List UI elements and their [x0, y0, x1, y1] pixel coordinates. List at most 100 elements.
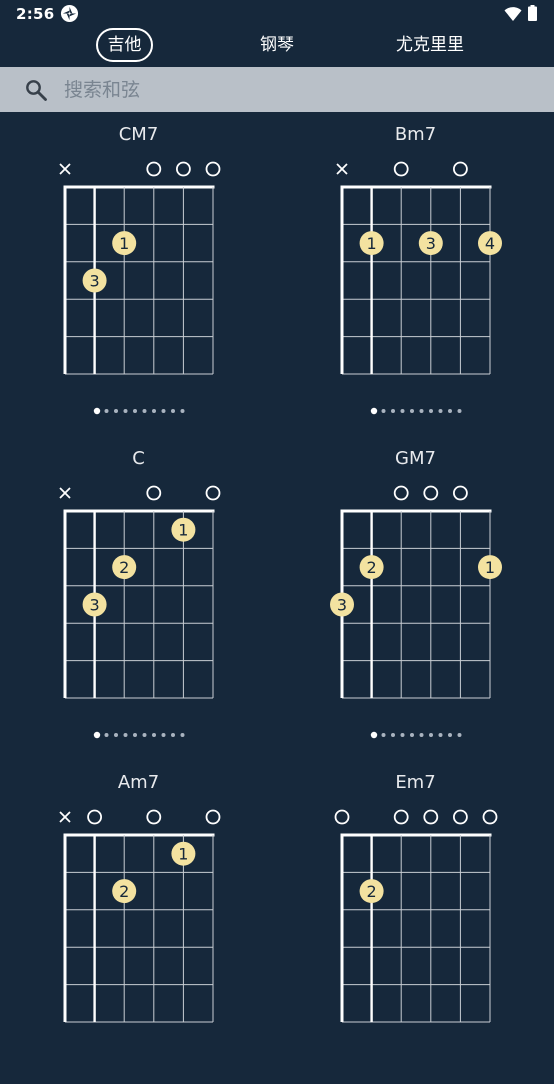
pager-dot — [161, 733, 166, 737]
pager-dot — [381, 409, 386, 413]
wifi-icon — [504, 7, 522, 21]
pager-dot — [142, 733, 147, 737]
pager-dot — [419, 409, 424, 413]
finger-number: 2 — [367, 558, 377, 577]
muted-string-marker — [59, 163, 71, 175]
finger-dot: 2 — [112, 555, 137, 580]
finger-dot: 3 — [82, 592, 107, 617]
variation-pager-dots[interactable] — [277, 730, 554, 740]
finger-number: 3 — [337, 596, 347, 615]
chord-diagram: 2 1 3 — [330, 485, 502, 699]
pager-dot — [391, 409, 395, 413]
pager-dot — [429, 733, 433, 737]
open-string-marker — [423, 485, 439, 501]
pager-dot — [104, 733, 109, 737]
variation-pager-dots[interactable] — [0, 406, 277, 416]
pager-dot — [419, 733, 424, 737]
pager-dot — [457, 733, 462, 737]
finger-number: 1 — [119, 234, 129, 253]
pager-dot — [180, 733, 185, 737]
open-string-marker — [175, 161, 191, 177]
finger-dot: 3 — [330, 592, 354, 617]
chord-card-bm7[interactable]: Bm7 134 — [277, 112, 554, 436]
pager-dot — [438, 733, 443, 737]
open-string-marker — [146, 485, 162, 501]
pager-dot — [400, 733, 405, 737]
pager-dot — [152, 733, 156, 737]
open-string-marker — [87, 809, 102, 825]
finger-number: 1 — [367, 234, 377, 253]
tab-piano[interactable]: 钢琴 — [248, 28, 306, 62]
app-notification-icon — [60, 4, 79, 23]
muted-string-marker — [336, 163, 348, 175]
tab-ukulele[interactable]: 尤克里里 — [384, 28, 476, 62]
search-icon[interactable] — [25, 79, 47, 101]
variation-pager-dots[interactable] — [277, 406, 554, 416]
open-string-marker — [482, 809, 498, 825]
finger-dot: 2 — [112, 879, 137, 904]
status-bar: 2:56 — [0, 0, 554, 28]
pager-dot — [133, 409, 137, 413]
pager-dot-active — [370, 407, 378, 415]
open-string-marker — [452, 161, 468, 177]
finger-number: 4 — [485, 234, 495, 253]
pager-dot — [180, 409, 185, 413]
muted-string-marker — [59, 811, 71, 823]
pager-dot — [114, 733, 118, 737]
open-string-marker — [146, 809, 162, 825]
pager-dot — [133, 733, 137, 737]
finger-dot: 2 — [359, 555, 384, 580]
chord-diagram: 13 — [59, 161, 221, 375]
pager-dot — [123, 733, 128, 737]
finger-dot: 4 — [478, 231, 502, 256]
pager-dot — [152, 409, 156, 413]
pager-dot — [381, 733, 386, 737]
open-string-marker — [146, 161, 162, 177]
finger-number: 1 — [485, 558, 495, 577]
finger-number: 1 — [178, 521, 188, 540]
pager-dot-active — [93, 731, 101, 739]
finger-dot: 2 — [359, 879, 384, 904]
chord-card-c[interactable]: C 123 — [0, 436, 277, 760]
finger-number: 3 — [90, 596, 100, 615]
pager-dot — [448, 733, 452, 737]
pager-dot — [410, 409, 414, 413]
pager-dot-active — [370, 731, 378, 739]
chord-card-am7[interactable]: Am7 12 — [0, 760, 277, 1084]
pager-dot — [161, 409, 166, 413]
pager-dot — [429, 409, 433, 413]
pager-dot — [457, 409, 462, 413]
pager-dot — [400, 409, 405, 413]
instrument-tabs: 吉他 钢琴 尤克里里 — [0, 28, 554, 66]
pager-dot — [448, 409, 452, 413]
pager-dot — [438, 409, 443, 413]
search-input[interactable] — [64, 74, 534, 105]
finger-number: 2 — [119, 882, 129, 901]
finger-dot: 1 — [112, 231, 137, 256]
finger-dot: 1 — [171, 517, 196, 542]
chord-card-em7[interactable]: Em7 2 — [277, 760, 554, 1084]
finger-number: 2 — [367, 882, 377, 901]
open-string-marker — [452, 809, 468, 825]
pager-dot — [391, 733, 395, 737]
pager-dot — [171, 733, 175, 737]
finger-dot: 1 — [359, 231, 384, 256]
open-string-marker — [334, 809, 350, 825]
finger-number: 1 — [178, 845, 188, 864]
chord-diagram: 12 — [59, 809, 221, 1023]
open-string-marker — [393, 809, 409, 825]
chord-card-cm7[interactable]: CM7 13 — [0, 112, 277, 436]
variation-pager-dots[interactable] — [0, 730, 277, 740]
tab-guitar[interactable]: 吉他 — [96, 28, 153, 62]
pager-dot — [114, 409, 118, 413]
open-string-marker — [393, 161, 409, 177]
battery-icon — [528, 5, 537, 21]
pager-dot — [142, 409, 147, 413]
chord-diagram: 2 — [334, 809, 498, 1023]
open-string-marker — [423, 809, 439, 825]
open-string-marker — [393, 485, 409, 501]
pager-dot — [123, 409, 128, 413]
pager-dot — [410, 733, 414, 737]
open-string-marker — [205, 161, 221, 177]
chord-card-gm7[interactable]: GM7 213 — [277, 436, 554, 760]
